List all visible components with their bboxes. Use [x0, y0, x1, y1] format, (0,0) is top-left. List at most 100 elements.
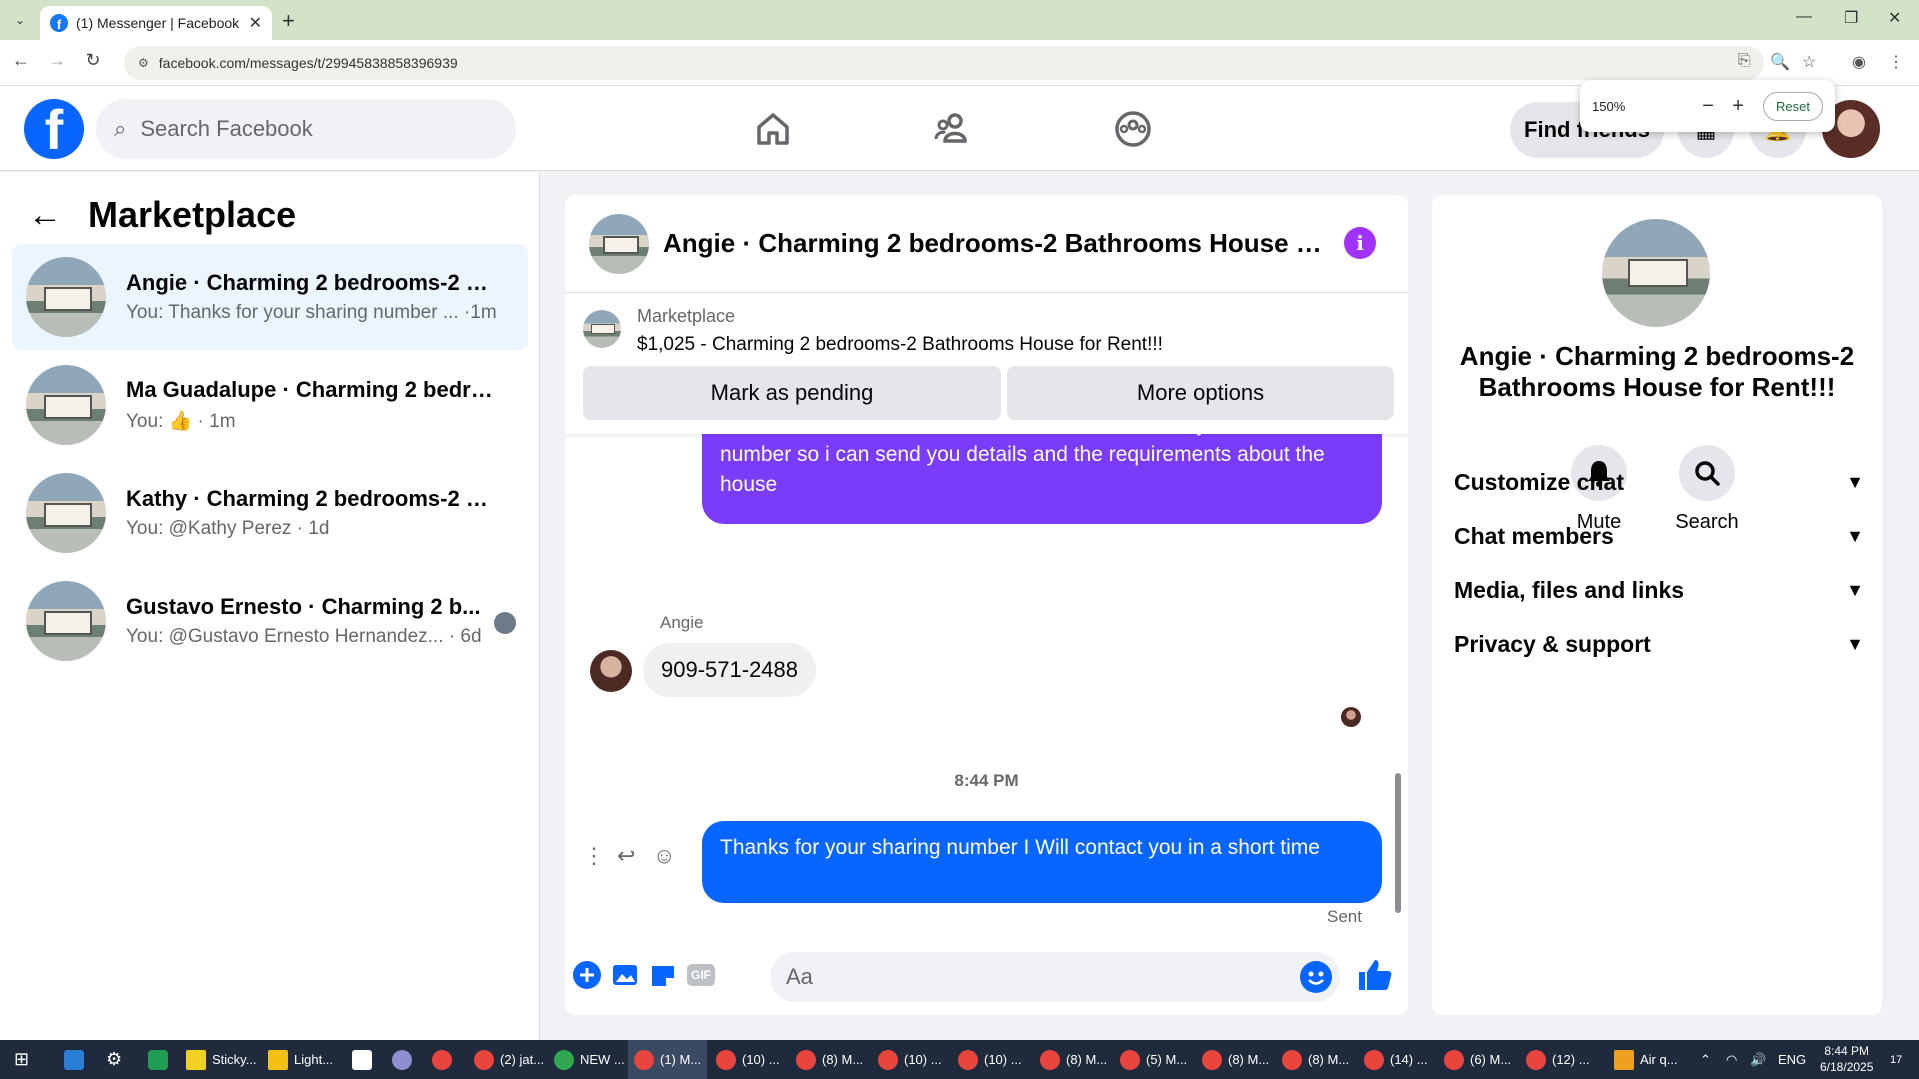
wifi-icon[interactable]: ◠	[1720, 1040, 1743, 1079]
taskbar-chrome-item[interactable]: (6) M...	[1438, 1040, 1517, 1079]
taskbar-app-icon[interactable]	[346, 1040, 384, 1079]
new-tab-icon[interactable]: +	[282, 8, 295, 34]
taskbar-chrome-item[interactable]: (12) ...	[1520, 1040, 1596, 1079]
groups-icon[interactable]	[1110, 106, 1156, 152]
taskbar-chrome-item[interactable]: (8) M...	[1276, 1040, 1355, 1079]
conversation-list-panel: ← Marketplace Angie · Charming 2 bedroom…	[0, 172, 540, 1040]
message-input[interactable]: Aa	[770, 952, 1340, 1002]
profile-icon[interactable]: ◉	[1852, 52, 1866, 72]
details-thumbnail[interactable]	[1602, 219, 1710, 327]
emoji-icon[interactable]	[1300, 961, 1332, 993]
url-field[interactable]: ⚙ facebook.com/messages/t/29945838858396…	[124, 46, 1764, 80]
zoom-icon[interactable]: 🔍	[1770, 52, 1790, 72]
bookmark-star-icon[interactable]: ☆	[1802, 52, 1816, 72]
volume-icon[interactable]: 🔊	[1744, 1040, 1772, 1079]
conversation-item-gustavo[interactable]: Gustavo Ernesto · Charming 2 b... You: @…	[12, 568, 528, 674]
section-media-files-links[interactable]: Media, files and links ▼	[1454, 577, 1864, 604]
gif-icon[interactable]: GIF	[685, 959, 717, 991]
back-icon[interactable]: ←	[8, 50, 34, 71]
friends-icon[interactable]	[930, 106, 976, 152]
settings-gear-icon[interactable]: ⚙	[100, 1040, 128, 1079]
restore-icon[interactable]: ❐	[1844, 8, 1858, 28]
menu-dots-icon[interactable]: ⋮	[1888, 52, 1904, 72]
taskbar-chrome-item[interactable]: NEW ...	[548, 1040, 631, 1079]
browser-tab[interactable]: f (1) Messenger | Facebook ✕	[40, 6, 272, 40]
install-app-icon[interactable]: ⎘	[1738, 52, 1751, 70]
taskbar-chrome-item[interactable]: (8) M...	[1034, 1040, 1113, 1079]
section-label: Privacy & support	[1454, 631, 1651, 657]
zoom-reset-button[interactable]: Reset	[1763, 91, 1823, 121]
listing-category: Marketplace	[637, 306, 736, 326]
weather-widget[interactable]: Air q...	[1608, 1040, 1684, 1079]
back-arrow-icon[interactable]: ←	[28, 196, 62, 235]
taskbar-chrome-item[interactable]: (5) M...	[1114, 1040, 1193, 1079]
listing-banner: Marketplace $1,025 - Charming 2 bedrooms…	[565, 294, 1408, 434]
language-indicator[interactable]: ENG	[1772, 1040, 1812, 1079]
photo-icon[interactable]	[609, 959, 641, 991]
facebook-logo-icon[interactable]: f	[24, 99, 84, 159]
tab-search-icon[interactable]: ⌄	[8, 8, 32, 32]
details-title: Angie · Charming 2 bedrooms-2 Bathrooms …	[1459, 341, 1855, 402]
taskbar-chrome-item[interactable]: (10) ...	[872, 1040, 948, 1079]
listing-thumbnail[interactable]	[583, 310, 621, 348]
message-bubble-incoming[interactable]: 909-571-2488	[643, 643, 817, 697]
conversation-item-ma-guadalupe[interactable]: Ma Guadalupe · Charming 2 bedro... You: …	[12, 352, 528, 458]
taskbar-chrome-item[interactable]: (8) M...	[1196, 1040, 1275, 1079]
zoom-out-button[interactable]: −	[1693, 95, 1723, 118]
seen-avatar	[494, 612, 516, 634]
mark-as-pending-button[interactable]: Mark as pending	[583, 366, 1001, 420]
taskbar-app-icon[interactable]	[58, 1040, 96, 1079]
taskbar-app-icon[interactable]	[426, 1040, 464, 1079]
tray-chevron-icon[interactable]: ⌃	[1694, 1040, 1717, 1079]
close-window-icon[interactable]: ✕	[1888, 8, 1901, 28]
conversation-item-kathy[interactable]: Kathy · Charming 2 bedrooms-2 B... You: …	[12, 460, 528, 566]
message-bubble-outgoing[interactable]: Thanks for your sharing number I Will co…	[702, 821, 1382, 903]
url-text: facebook.com/messages/t/2994583885839693…	[158, 55, 458, 71]
taskbar-label: Sticky...	[212, 1052, 257, 1067]
conversation-item-angie[interactable]: Angie · Charming 2 bedrooms-2 B... You: …	[12, 244, 528, 350]
add-plus-icon[interactable]	[571, 959, 603, 991]
taskbar-item-sticky[interactable]: Sticky...	[180, 1040, 263, 1079]
taskbar-chrome-item[interactable]: (2) jat...	[468, 1040, 550, 1079]
reload-icon[interactable]: ↻	[80, 50, 106, 71]
reply-icon[interactable]: ↩	[617, 843, 635, 869]
like-thumb-icon[interactable]	[1355, 955, 1395, 995]
section-privacy-support[interactable]: Privacy & support ▼	[1454, 631, 1864, 658]
more-actions-icon[interactable]: ⋮	[583, 843, 605, 869]
home-icon[interactable]	[750, 106, 796, 152]
notifications-count[interactable]: 17	[1884, 1040, 1908, 1079]
taskbar-item-light[interactable]: Light...	[262, 1040, 339, 1079]
taskbar-label: (8) M...	[822, 1052, 864, 1067]
sticker-icon[interactable]	[647, 959, 679, 991]
forward-icon[interactable]: →	[44, 50, 70, 71]
section-customize-chat[interactable]: Customize chat ▼	[1454, 469, 1864, 496]
react-icon[interactable]: ☺	[653, 843, 675, 869]
taskbar-chrome-item[interactable]: (8) M...	[790, 1040, 869, 1079]
panel-title: Marketplace	[88, 194, 297, 235]
minimize-icon[interactable]: —	[1796, 8, 1812, 26]
taskbar-chrome-item[interactable]: (10) ...	[952, 1040, 1028, 1079]
chat-title[interactable]: Angie · Charming 2 bedrooms-2 Bathrooms …	[663, 228, 1323, 259]
chat-scrollbar-thumb[interactable]	[1395, 773, 1401, 913]
taskbar-label: (14) ...	[1390, 1052, 1428, 1067]
taskbar-chrome-item-active[interactable]: (1) M...	[628, 1040, 708, 1079]
search-placeholder: Search Facebook	[140, 116, 313, 141]
start-icon[interactable]: ⊞	[8, 1040, 35, 1079]
listing-thumbnail	[26, 257, 106, 337]
sender-avatar[interactable]	[590, 650, 632, 692]
more-options-button[interactable]: More options	[1007, 366, 1394, 420]
taskbar-app-icon[interactable]	[142, 1040, 180, 1079]
site-info-icon[interactable]: ⚙	[138, 56, 149, 70]
chat-thumbnail[interactable]	[589, 213, 649, 274]
taskbar-app-icon[interactable]	[386, 1040, 424, 1079]
section-label: Media, files and links	[1454, 577, 1685, 603]
taskbar-chrome-item[interactable]: (14) ...	[1358, 1040, 1434, 1079]
system-clock[interactable]: 8:44 PM 6/18/2025	[1820, 1043, 1873, 1075]
listing-title[interactable]: $1,025 - Charming 2 bedrooms-2 Bathrooms…	[637, 334, 1163, 356]
search-input[interactable]: ⌕ Search Facebook	[96, 99, 516, 159]
info-icon[interactable]: i	[1344, 227, 1376, 259]
taskbar-chrome-item[interactable]: (10) ...	[710, 1040, 786, 1079]
section-chat-members[interactable]: Chat members ▼	[1454, 523, 1864, 550]
close-tab-icon[interactable]: ✕	[249, 13, 262, 33]
zoom-in-button[interactable]: +	[1723, 95, 1753, 118]
